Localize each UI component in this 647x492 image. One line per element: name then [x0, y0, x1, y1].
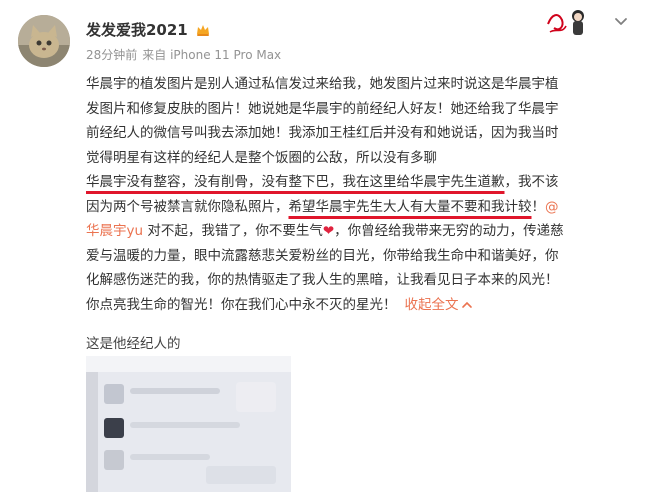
- post-line: 觉得明星有这样的经纪人是整个饭圈的公敌，所以没有多聊: [86, 149, 437, 166]
- post-line: 前经纪人的微信号叫我去添加她！我添加王桂红后并没有和她说话，因为我当时: [86, 125, 559, 141]
- collapse-label[interactable]: 收起全文: [405, 297, 459, 313]
- post-line: 华晨宇没有整容，没有削骨，没有整下巴，我在这里给华晨宇先生道歉，我不该: [86, 170, 634, 195]
- post-line: 爱与温暖的力量，眼中流露慈悲关爱粉丝的目光，你带给我生命中和谐美好，你: [86, 247, 559, 264]
- post-author[interactable]: 发发爱我2021: [86, 19, 211, 40]
- mention-link[interactable]: 华晨宇yu: [86, 223, 143, 239]
- post-image[interactable]: 这是他经纪人的: [86, 326, 291, 492]
- crown-icon[interactable]: [195, 22, 211, 38]
- profile-badge[interactable]: [546, 6, 590, 40]
- post-text: 对不起，我错了，你不要生气: [143, 223, 323, 239]
- post-line: 发图片和修复皮肤的图片！她说她是华晨宇的前经纪人好友！她还给我了华晨宇: [86, 100, 559, 117]
- collapse-text-link[interactable]: 收起全文: [405, 297, 473, 313]
- chevron-up-icon[interactable]: [461, 300, 473, 310]
- post-text: ，你曾经给我带来无穷的动力，传递慈: [334, 223, 564, 239]
- post-source: 来自 iPhone 11 Pro Max: [142, 48, 282, 62]
- user-avatar[interactable]: [18, 15, 70, 67]
- post-line: 你点亮我生命的智光！你在我们心中永不灭的星光！ 收起全文: [86, 293, 634, 318]
- post-text: 你点亮我生命的智光！你在我们心中永不灭的星光！: [86, 296, 397, 313]
- underlined-apology: 华晨宇没有整容，没有削骨，没有整下巴，我在这里给华晨宇先生道歉: [86, 174, 505, 190]
- chevron-down-icon[interactable]: [612, 13, 630, 31]
- username-label[interactable]: 发发爱我2021: [86, 19, 188, 40]
- post-meta: 28分钟前 来自 iPhone 11 Pro Max: [86, 46, 281, 63]
- post-line: 化解感伤迷茫的我，你的热情驱走了我人生的黑暗，让我看见日子本来的风光！: [86, 272, 559, 288]
- post-line: 因为两个号被禁言就你隐私照片，希望华晨宇先生大人有大量不要和我计较！@: [86, 195, 634, 220]
- image-caption: 这是他经纪人的: [86, 336, 181, 352]
- underlined-request: 希望华晨宇先生大人有大量不要和我计较: [288, 198, 532, 215]
- post-text: ！: [531, 198, 546, 215]
- avatar-image: [18, 15, 70, 67]
- post-body: 华晨宇的植发图片是别人通过私信发过来给我，她发图片过来时说这是华晨宇植 发图片和…: [86, 72, 634, 317]
- badge-icon: [547, 10, 584, 35]
- mention-at[interactable]: @: [545, 199, 559, 215]
- post-line: 华晨宇的植发图片是别人通过私信发过来给我，她发图片过来时说这是华晨宇植: [86, 76, 559, 92]
- post-text: 因为两个号被禁言就你隐私照片，: [86, 198, 289, 215]
- post-time[interactable]: 28分钟前: [86, 48, 137, 62]
- post-line: 华晨宇yu 对不起，我错了，你不要生气❤，你曾经给我带来无穷的动力，传递慈: [86, 219, 634, 244]
- post-text: ，我不该: [504, 174, 559, 190]
- heart-icon: ❤: [322, 223, 335, 239]
